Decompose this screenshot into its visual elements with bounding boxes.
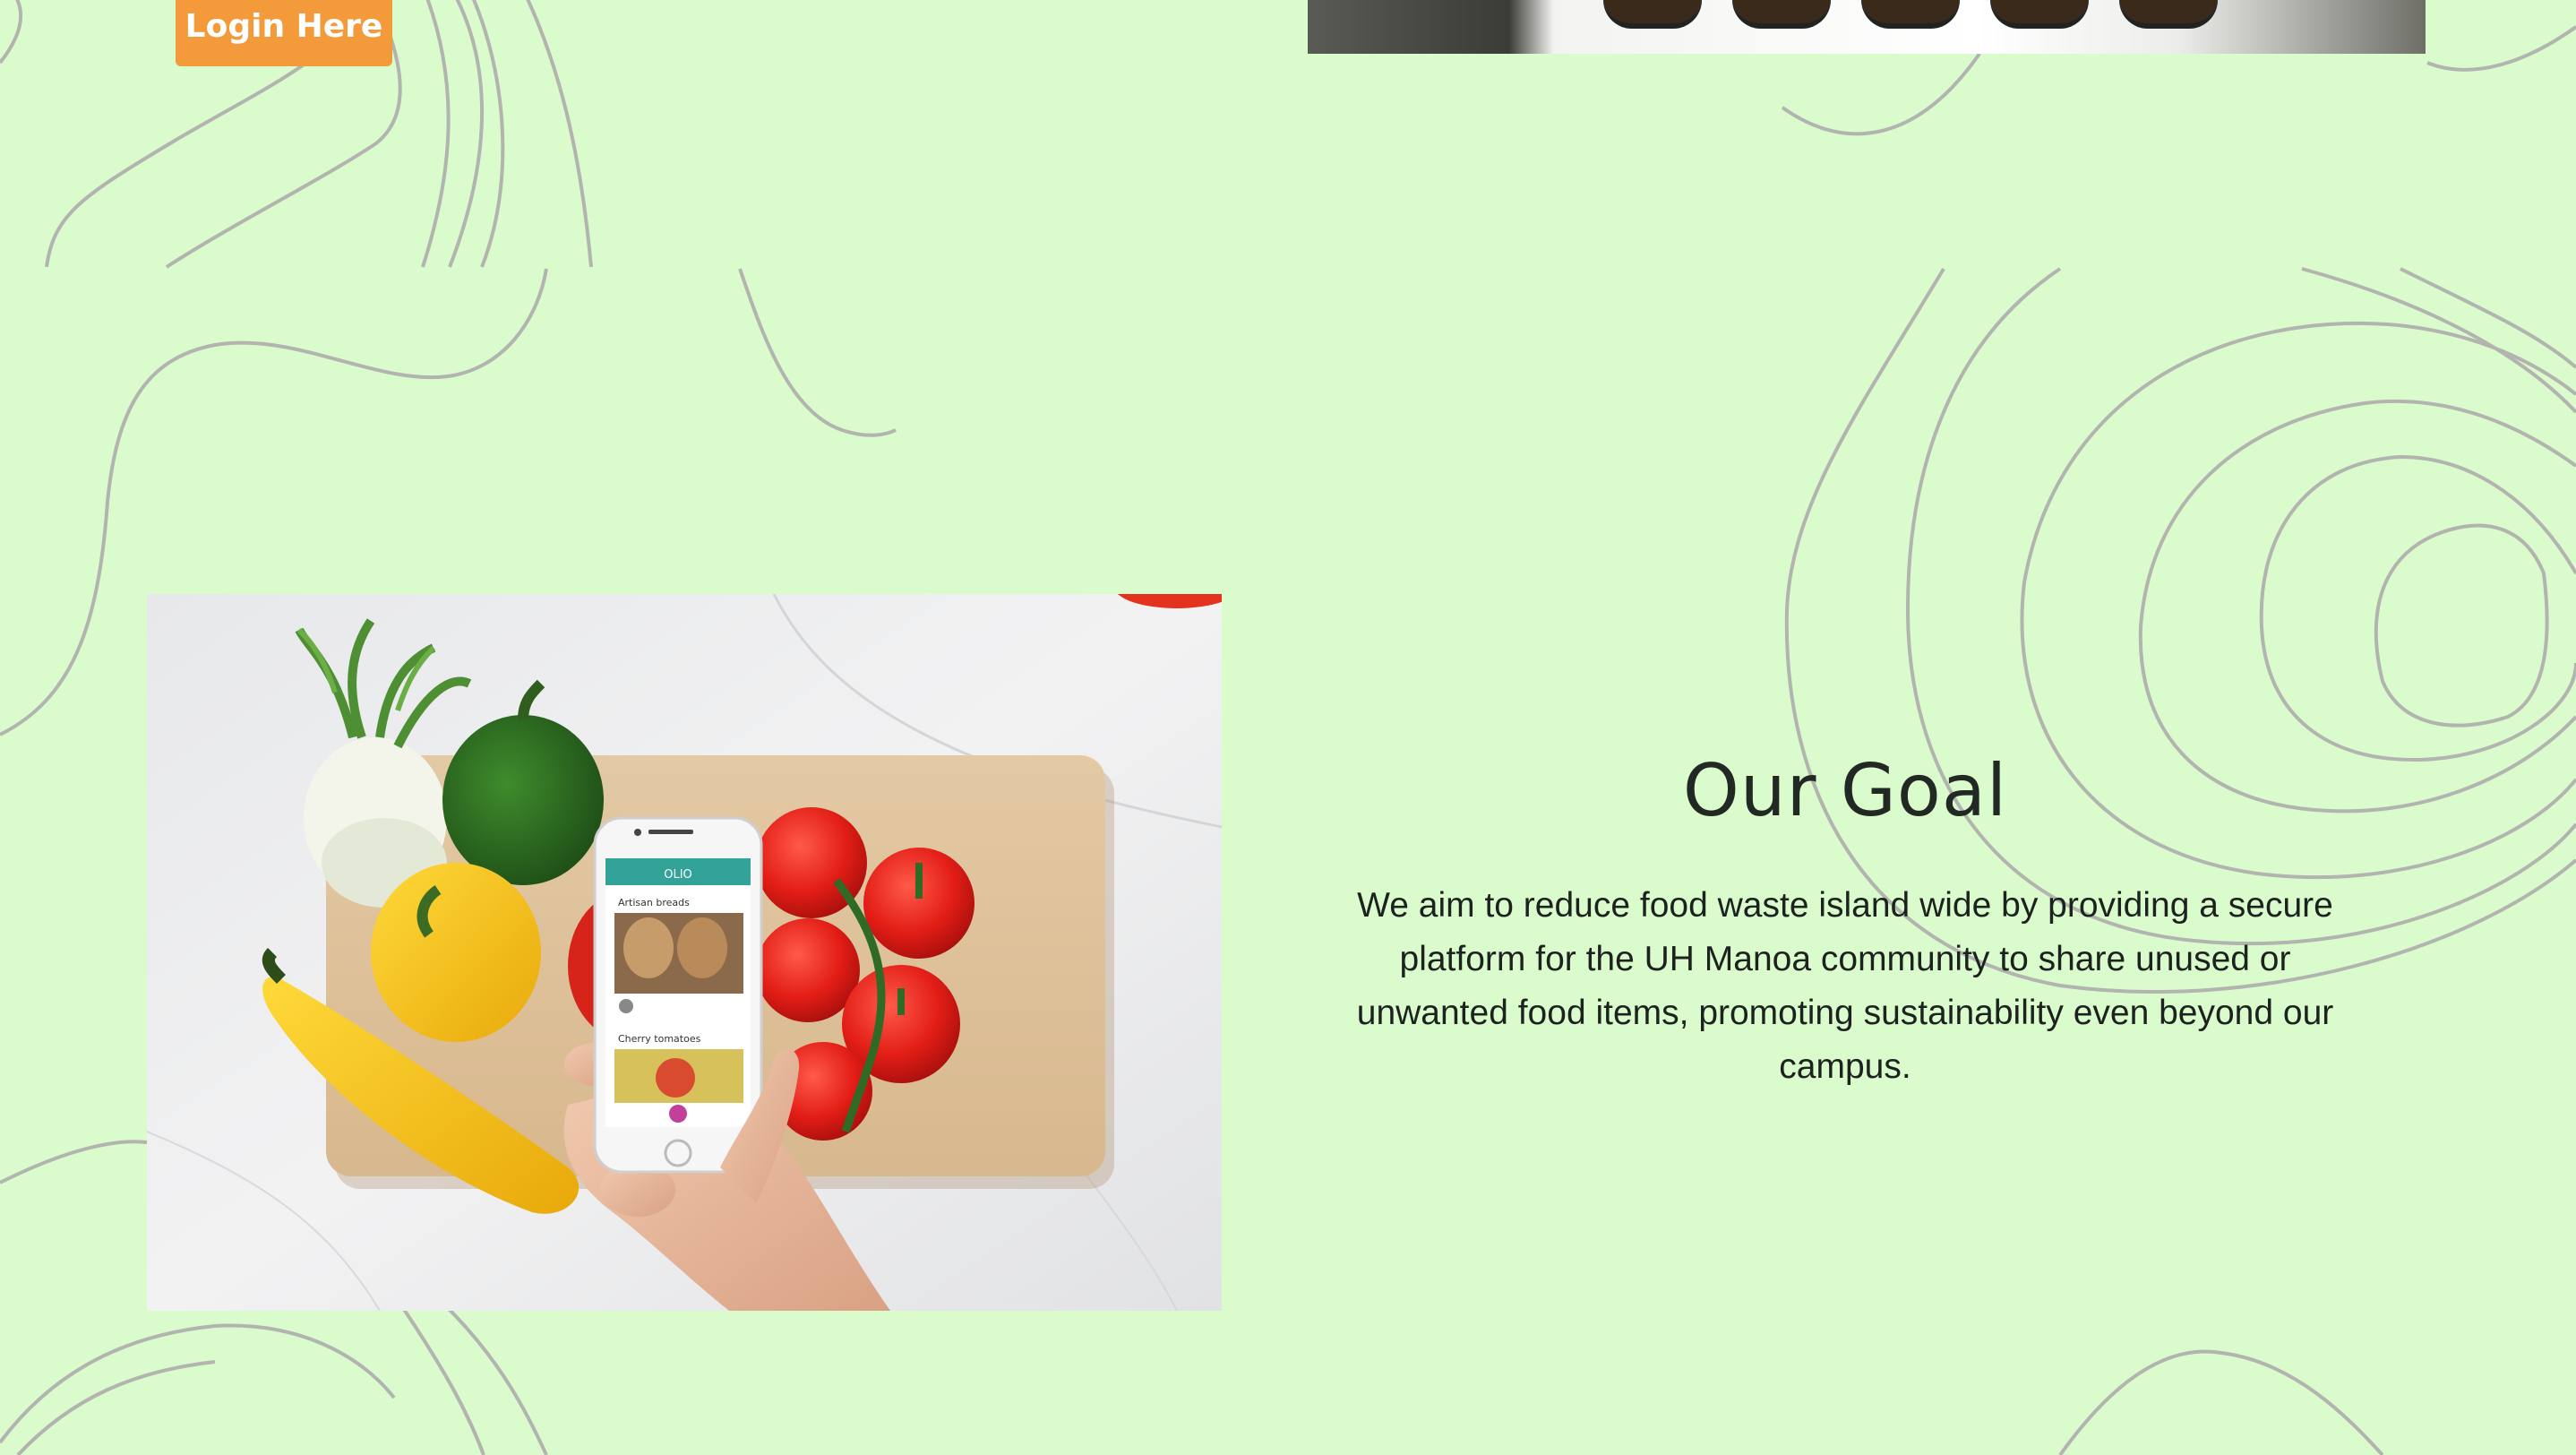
phone-item-2: Cherry tomatoes bbox=[618, 1033, 701, 1045]
phone-app-name: OLIO bbox=[664, 868, 692, 882]
page: Login Here OLIO Artisan breads Cherry to… bbox=[0, 0, 2576, 1455]
goal-title: Our Goal bbox=[1682, 749, 2008, 832]
food-plates bbox=[1603, 0, 2248, 29]
goal-description: We aim to reduce food waste island wide … bbox=[1356, 886, 2334, 1086]
phone-item-1: Artisan breads bbox=[618, 897, 690, 908]
food-sharing-photo: OLIO Artisan breads Cherry tomatoes bbox=[147, 594, 1222, 1311]
community-photo bbox=[1308, 0, 2426, 54]
goal-section: Our Goal We aim to reduce food waste isl… bbox=[1326, 749, 2365, 1094]
login-button[interactable]: Login Here bbox=[176, 0, 392, 66]
